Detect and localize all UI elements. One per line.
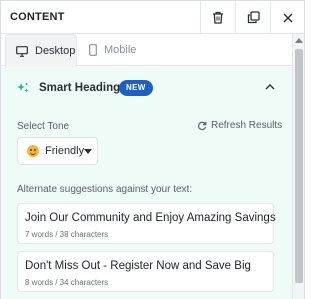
tone-select[interactable]: Friendly: [17, 137, 98, 165]
duplicate-button[interactable]: [235, 1, 270, 34]
suggestion-meta: 7 words / 38 characters: [25, 230, 109, 239]
collapse-button[interactable]: [262, 79, 278, 95]
suggestion-card[interactable]: Don't Miss Out - Register Now and Save B…: [17, 251, 274, 292]
content-panel: CONTENT Desktop Mobile Smart Headings NE…: [0, 0, 305, 299]
suggestion-text: Don't Miss Out - Register Now and Save B…: [25, 260, 251, 272]
refresh-results-label: Refresh Results: [211, 120, 283, 131]
close-icon: [283, 13, 293, 22]
duplicate-icon: [247, 11, 260, 24]
smart-headings-section: Smart Headings NEW Select Tone Refresh R…: [1, 67, 292, 299]
suggestion-text: Join Our Community and Enjoy Amazing Sav…: [25, 212, 276, 224]
suggestion-meta: 8 words / 34 characters: [25, 278, 109, 287]
scroll-thumb[interactable]: [295, 49, 303, 283]
panel-title: CONTENT: [10, 11, 65, 23]
suggestions-label: Alternate suggestions against your text:: [17, 184, 193, 195]
delete-button[interactable]: [200, 1, 235, 34]
smile-emoji-icon: [27, 145, 39, 157]
sparkle-icon: [17, 83, 29, 93]
refresh-icon: [197, 121, 207, 130]
select-tone-label: Select Tone: [17, 121, 70, 132]
phone-icon: [89, 44, 97, 56]
scroll-up-arrow-icon[interactable]: [295, 38, 303, 43]
monitor-icon: [16, 45, 28, 57]
suggestion-card[interactable]: Join Our Community and Enjoy Amazing Sav…: [17, 203, 276, 244]
caret-down-icon: [84, 149, 92, 154]
vertical-scrollbar[interactable]: [292, 34, 304, 299]
new-badge: NEW: [119, 80, 153, 96]
tab-desktop[interactable]: Desktop: [5, 34, 77, 67]
tab-mobile[interactable]: Mobile: [89, 34, 149, 66]
close-button[interactable]: [270, 1, 305, 34]
device-tabs: Desktop Mobile: [1, 34, 292, 67]
tab-desktop-label: Desktop: [35, 45, 76, 57]
smart-headings-header[interactable]: Smart Headings NEW: [1, 67, 292, 109]
refresh-results-button[interactable]: Refresh Results: [197, 120, 282, 131]
chevron-up-icon: [265, 84, 275, 90]
tone-selected-value: Friendly: [45, 145, 85, 157]
tab-mobile-label: Mobile: [104, 44, 137, 56]
smart-headings-title: Smart Headings: [39, 82, 127, 94]
trash-icon: [213, 11, 223, 24]
panel-header: CONTENT: [1, 1, 304, 34]
